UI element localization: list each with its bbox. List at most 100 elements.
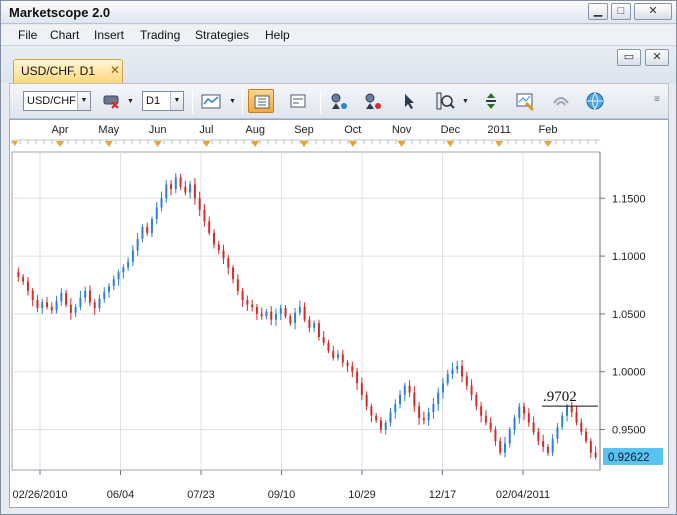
candle-body (551, 438, 554, 453)
fit-vertical-button[interactable] (478, 89, 504, 113)
candle-body (546, 446, 549, 453)
candle-body (413, 392, 416, 407)
candle-body (322, 337, 325, 343)
candle-body (160, 198, 163, 208)
candle-body (294, 312, 297, 324)
restore-child-button[interactable]: ▭ (617, 49, 641, 66)
minimize-button[interactable]: ▁ (588, 3, 608, 20)
toolbar-overflow-icon[interactable]: ≡ (654, 94, 660, 105)
menu-file[interactable]: File (18, 28, 37, 42)
chart-tab-label: USD/CHF, D1 (21, 64, 96, 78)
candle-body (370, 406, 373, 416)
candle-body (565, 406, 568, 416)
candle-body (203, 209, 206, 222)
menu-strategies[interactable]: Strategies (195, 28, 249, 42)
x-tick-label: 10/29 (348, 489, 376, 501)
candle-body (165, 184, 168, 199)
title-bar: Marketscope 2.0 ▁ □ ✕ (1, 1, 676, 24)
candle-body (475, 394, 478, 407)
menu-chart[interactable]: Chart (50, 28, 79, 42)
candle-body (50, 306, 53, 311)
candle-body (103, 291, 106, 299)
candle-body (122, 267, 125, 273)
chevron-down-icon[interactable]: ▼ (127, 98, 134, 105)
data-window-button[interactable] (285, 89, 311, 113)
candle-body (241, 290, 244, 301)
candle-body (26, 281, 29, 291)
web-globe-button[interactable] (582, 89, 608, 113)
candle-body (146, 227, 149, 233)
month-label: 2011 (487, 124, 511, 136)
candle-body (437, 392, 440, 405)
close-child-button[interactable]: ✕ (645, 49, 669, 66)
candle-body (480, 406, 483, 416)
menu-help[interactable]: Help (265, 28, 290, 42)
menu-bar: File Chart Insert Trading Strategies Hel… (1, 25, 676, 46)
month-label: Dec (441, 124, 461, 136)
candle-body (255, 306, 258, 314)
candle-body (155, 207, 158, 220)
candle-body (41, 302, 44, 309)
month-marker (300, 141, 308, 147)
month-label: Sep (294, 124, 314, 136)
candle-body (270, 311, 273, 320)
remove-indicator-button[interactable] (98, 89, 124, 113)
month-label: Aug (245, 124, 265, 136)
tab-close-icon[interactable]: ✕ (110, 63, 120, 77)
candle-body (189, 184, 192, 193)
month-label: Apr (51, 124, 68, 136)
symbol-select[interactable]: USD/CHF ▼ (23, 91, 91, 111)
candle-body (585, 431, 588, 442)
month-marker (495, 141, 504, 147)
candle-body (432, 404, 435, 413)
chevron-down-icon[interactable]: ▼ (229, 98, 236, 105)
sell-order-button[interactable] (360, 89, 386, 113)
candle-body (74, 306, 77, 313)
candle-body (141, 227, 144, 239)
chart-properties-icon (516, 93, 535, 112)
month-label: Jul (199, 124, 213, 136)
pointer-tool-button[interactable] (396, 89, 422, 113)
maximize-button[interactable]: □ (611, 3, 631, 20)
price-chart[interactable]: Apr May Jun Jul Aug Sep Oct Nov Dec 2011 Feb 1.150… (10, 120, 670, 509)
close-button[interactable]: ✕ (634, 3, 672, 20)
symbol-value: USD/CHF (27, 95, 76, 107)
y-tick-label: 1.1500 (612, 193, 646, 205)
chart-tab[interactable]: USD/CHF, D1 ✕ (13, 59, 123, 83)
chevron-down-icon[interactable]: ▼ (462, 98, 469, 105)
toolbar-separator (242, 90, 243, 114)
candle-body (537, 431, 540, 442)
timeframe-select[interactable]: D1 ▼ (142, 91, 184, 111)
candle-body (499, 441, 502, 453)
candle-body (31, 290, 34, 301)
candle-body (65, 293, 68, 305)
candle-body (313, 323, 316, 328)
toolbar-separator (320, 90, 321, 114)
candle-body (246, 300, 249, 305)
chart-type-button[interactable] (198, 89, 224, 113)
candle-body (556, 427, 559, 439)
y-tick-label: 1.1000 (612, 251, 646, 263)
candle-body (346, 362, 349, 366)
buy-order-button[interactable] (326, 89, 352, 113)
zoom-button[interactable] (432, 89, 458, 113)
candle-body (427, 412, 430, 421)
candle-body (527, 413, 530, 423)
month-marker (446, 141, 455, 147)
month-marker (153, 141, 162, 147)
candle-body (399, 394, 402, 405)
menu-trading[interactable]: Trading (140, 28, 180, 42)
candle-body (489, 422, 492, 430)
candle-body (184, 186, 187, 193)
price-panel-toggle-button[interactable] (248, 89, 274, 113)
y-tick-label: 0.9500 (612, 425, 646, 437)
candle-body (542, 441, 545, 447)
x-tick-label: 02/26/2010 (12, 489, 67, 501)
signal-button[interactable] (548, 89, 574, 113)
menu-insert[interactable]: Insert (94, 28, 124, 42)
x-tick-label: 12/17 (429, 489, 457, 501)
candle-body (232, 267, 235, 280)
candle-body (408, 385, 411, 393)
candle-body (465, 376, 468, 386)
properties-button[interactable] (512, 89, 538, 113)
